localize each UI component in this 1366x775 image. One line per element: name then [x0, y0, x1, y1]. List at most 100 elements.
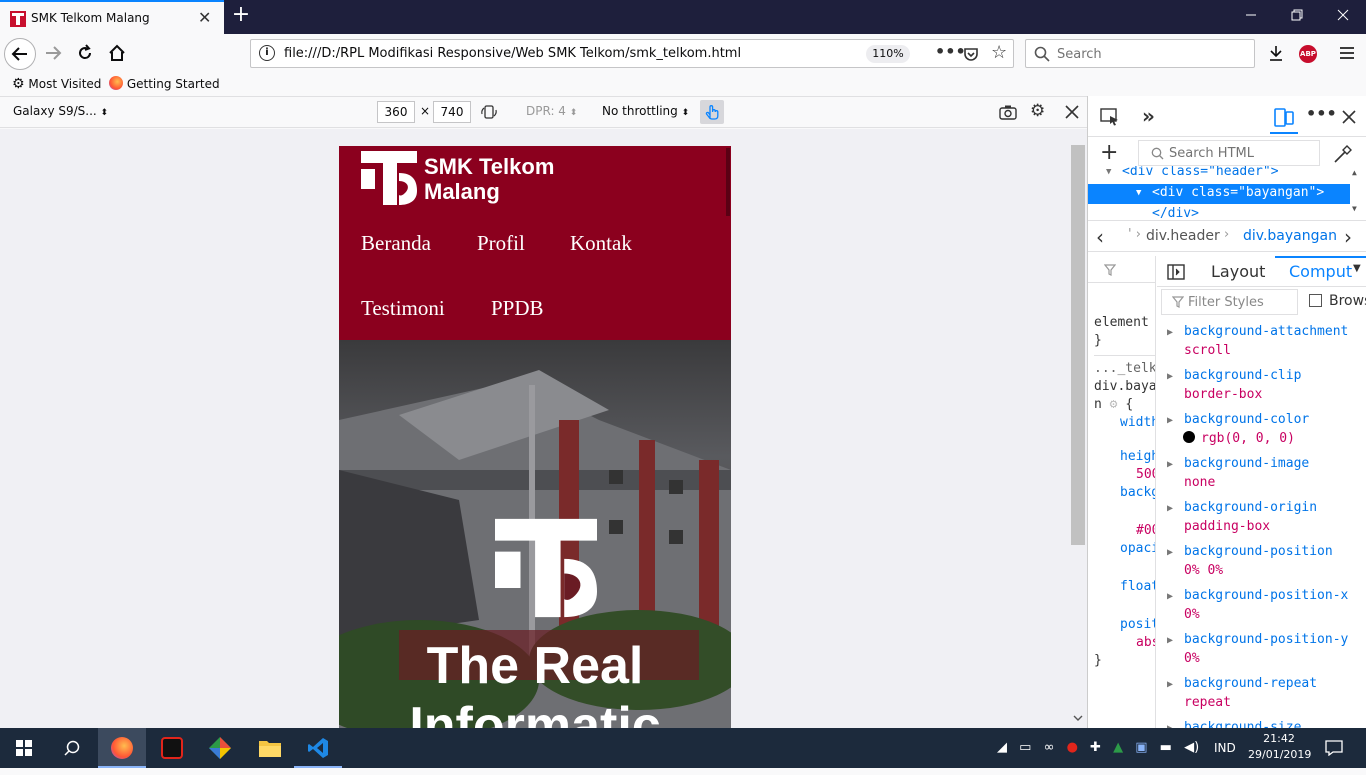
page-scrollbar[interactable]: [1071, 145, 1085, 545]
home-button[interactable]: [102, 38, 132, 68]
computed-property-row[interactable]: ▶ background-origin padding-box: [1157, 498, 1366, 536]
rule-source-link[interactable]: ..._telkom: [1094, 360, 1155, 378]
scroll-down-arrow-icon[interactable]: ▼: [1352, 204, 1357, 213]
prop-position[interactable]: posit: [1094, 616, 1155, 634]
input-language[interactable]: IND: [1214, 741, 1236, 755]
computed-property-row[interactable]: ▶ background-clip border-box: [1157, 366, 1366, 404]
rule-gear-icon[interactable]: ⚙: [1110, 397, 1118, 412]
node-close-tag[interactable]: </div>: [1152, 206, 1199, 220]
search-bar[interactable]: Search: [1025, 39, 1255, 68]
computed-property-row[interactable]: ▶ background-size: [1157, 718, 1366, 728]
viewport-height-input[interactable]: 740: [433, 101, 471, 123]
clock[interactable]: 21:42 29/01/2019: [1248, 731, 1311, 763]
volume-icon[interactable]: ◀): [1184, 740, 1199, 755]
taskbar-git-client[interactable]: [196, 728, 244, 768]
taskbar-file-explorer[interactable]: [246, 728, 294, 768]
breadcrumb-div-bayangan[interactable]: div.bayangan: [1243, 228, 1337, 244]
eyedropper-icon[interactable]: [1333, 144, 1353, 164]
expand-triangle-icon[interactable]: ▶: [1167, 631, 1173, 650]
adblock-plus-icon[interactable]: ABP: [1299, 45, 1317, 63]
url-text[interactable]: file:///D:/RPL Modifikasi Responsive/Web…: [284, 46, 741, 61]
device-selector[interactable]: Galaxy S9/S... ⬍: [13, 104, 108, 118]
element-picker-icon[interactable]: [1100, 108, 1120, 126]
prop-float[interactable]: float: [1094, 578, 1155, 596]
computed-property-row[interactable]: ▶ background-position-x 0%: [1157, 586, 1366, 624]
nav-kontak[interactable]: Kontak: [570, 231, 632, 256]
node-header[interactable]: ▼ <div class="header">: [1106, 166, 1279, 179]
filter-styles-field[interactable]: Filter Styles: [1161, 289, 1298, 315]
close-tab-icon[interactable]: ✕: [198, 8, 211, 27]
toggle-sidebar-icon[interactable]: [1167, 264, 1185, 280]
tab-computed[interactable]: Comput ▼: [1275, 256, 1366, 286]
minimize-button[interactable]: [1228, 0, 1274, 34]
expand-triangle-icon[interactable]: ▶: [1167, 455, 1173, 474]
reload-button[interactable]: [70, 38, 100, 68]
bookmark-getting-started[interactable]: Getting Started: [109, 76, 220, 91]
prop-background-value[interactable]: #00: [1094, 522, 1155, 540]
search-html-field[interactable]: Search HTML: [1138, 140, 1320, 166]
breadcrumb-prev-icon[interactable]: ‹: [1096, 225, 1104, 249]
telkom-logo-icon[interactable]: [361, 151, 417, 205]
prop-height-value[interactable]: 500: [1094, 466, 1155, 484]
expand-triangle-icon[interactable]: ▶: [1167, 323, 1173, 342]
add-node-icon[interactable]: +: [1100, 140, 1118, 165]
forward-button[interactable]: [38, 38, 68, 68]
nav-ppdb[interactable]: PPDB: [491, 296, 544, 321]
computed-property-row[interactable]: ▶ background-attachment scroll: [1157, 322, 1366, 360]
screenshot-camera-icon[interactable]: [999, 104, 1017, 120]
computed-property-row[interactable]: ▶ background-position-y 0%: [1157, 630, 1366, 668]
color-swatch[interactable]: [1183, 431, 1195, 443]
page-actions-icon[interactable]: •••: [935, 42, 966, 61]
breadcrumb-div-header[interactable]: div.header: [1146, 228, 1220, 244]
taskbar-garena[interactable]: [148, 728, 196, 768]
more-tools-chevron-icon[interactable]: »: [1142, 104, 1155, 128]
scroll-down-arrow-icon[interactable]: [1073, 713, 1083, 723]
throttling-selector[interactable]: No throttling ⬍: [602, 104, 689, 118]
computed-property-row[interactable]: ▶ background-repeat repeat: [1157, 674, 1366, 712]
new-tab-button[interactable]: +: [230, 4, 252, 28]
settings-gear-icon[interactable]: ⚙: [1030, 101, 1045, 121]
nav-testimoni[interactable]: Testimoni: [361, 296, 445, 321]
header-scrollbar[interactable]: [726, 148, 730, 216]
responsive-mode-button[interactable]: [1270, 104, 1298, 134]
action-center-button[interactable]: [1310, 728, 1358, 768]
computed-property-row[interactable]: ▶ background-color rgb(0, 0, 0): [1157, 410, 1366, 448]
bookmark-most-visited[interactable]: ⚙ Most Visited: [12, 76, 101, 92]
expand-triangle-icon[interactable]: ▶: [1167, 499, 1173, 518]
close-rdm-icon[interactable]: [1065, 105, 1079, 119]
tab-layout[interactable]: Layout: [1211, 262, 1265, 281]
viewport-width-input[interactable]: 360: [377, 101, 415, 123]
tab-smk-telkom[interactable]: SMK Telkom Malang ✕: [0, 0, 224, 34]
expand-triangle-icon[interactable]: ▶: [1167, 587, 1173, 606]
taskbar-firefox[interactable]: [98, 728, 146, 768]
site-info-icon[interactable]: i: [259, 45, 275, 61]
tabs-overflow-icon[interactable]: ▼: [1353, 263, 1361, 274]
devtools-menu-icon[interactable]: •••: [1306, 104, 1337, 123]
computed-property-row[interactable]: ▶ background-position 0% 0%: [1157, 542, 1366, 580]
url-bar[interactable]: i file:///D:/RPL Modifikasi Responsive/W…: [250, 39, 1014, 68]
prop-opacity[interactable]: opaci: [1094, 540, 1155, 558]
app-tray-icon[interactable]: ▣: [1135, 740, 1147, 755]
rotate-viewport-icon[interactable]: [480, 104, 498, 120]
menu-hamburger-icon[interactable]: [1340, 46, 1354, 60]
search-taskbar-button[interactable]: [48, 728, 96, 768]
garena-tray-icon[interactable]: ●: [1067, 740, 1078, 755]
puzzle-tray-icon[interactable]: ✚: [1090, 740, 1101, 755]
nav-beranda[interactable]: Beranda: [361, 231, 431, 256]
restore-button[interactable]: [1274, 0, 1320, 34]
downloads-icon[interactable]: [1268, 45, 1284, 61]
computed-property-row[interactable]: ▶ background-image none: [1157, 454, 1366, 492]
site-brand[interactable]: SMK Telkom Malang: [424, 154, 554, 204]
filter-icon[interactable]: [1104, 264, 1116, 276]
prop-background[interactable]: backg: [1094, 484, 1155, 502]
breadcrumb-next-icon[interactable]: ›: [1344, 225, 1352, 249]
back-button[interactable]: [4, 38, 36, 70]
browser-styles-checkbox[interactable]: [1309, 294, 1322, 307]
node-bayangan-selected[interactable]: ▼ <div class="bayangan">: [1088, 184, 1350, 204]
close-window-button[interactable]: [1320, 0, 1366, 34]
prop-position-value[interactable]: abs: [1094, 634, 1155, 652]
expand-triangle-icon[interactable]: ▶: [1167, 675, 1173, 694]
touch-simulation-button[interactable]: [700, 100, 724, 124]
zoom-indicator[interactable]: 110%: [866, 45, 910, 63]
expand-triangle-icon[interactable]: ▶: [1167, 411, 1173, 430]
